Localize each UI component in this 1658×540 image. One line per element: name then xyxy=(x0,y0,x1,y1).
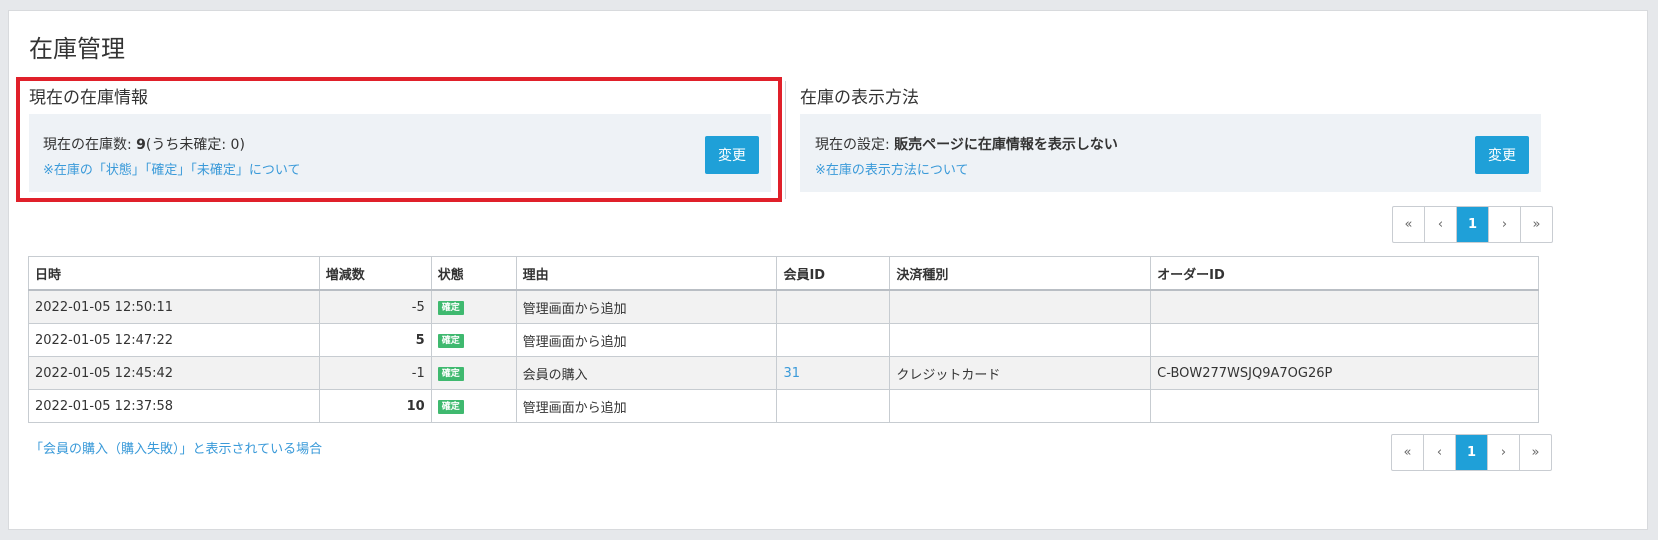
cell-member-id: 31 xyxy=(776,356,891,390)
display-method-help-link[interactable]: ※在庫の表示方法について xyxy=(815,159,969,178)
display-method-title: 在庫の表示方法 xyxy=(800,88,919,108)
member-id-link[interactable]: 31 xyxy=(783,366,800,381)
cell-change: -1 xyxy=(318,356,432,390)
header-payment[interactable]: 決済種別 xyxy=(889,256,1152,291)
pagination-top: « ‹ 1 › » xyxy=(1392,206,1553,243)
table-row: 2022-01-05 12:37:58 10 確定 管理画面から追加 xyxy=(28,389,1539,423)
cell-status: 確定 xyxy=(430,289,517,324)
header-order-id[interactable]: オーダーID xyxy=(1150,256,1539,291)
cell-reason: 管理画面から追加 xyxy=(515,389,778,423)
cell-order-id xyxy=(1150,323,1539,357)
cell-datetime: 2022-01-05 12:37:58 xyxy=(28,389,320,423)
display-method-box: 現在の設定: 販売ページに在庫情報を表示しない ※在庫の表示方法について 変更 xyxy=(800,114,1541,192)
section-divider xyxy=(785,81,786,199)
cell-status: 確定 xyxy=(430,389,517,423)
page-current-button[interactable]: 1 xyxy=(1456,207,1488,242)
header-member-id[interactable]: 会員ID xyxy=(776,256,891,291)
table-row: 2022-01-05 12:45:42 -1 確定 会員の購入 31 クレジット… xyxy=(28,356,1539,390)
cell-member-id xyxy=(776,389,891,423)
cell-payment xyxy=(889,323,1152,357)
cell-change: 10 xyxy=(318,389,432,423)
stock-log-table: 日時 増減数 状態 理由 会員ID 決済種別 オーダーID 2022-01-05… xyxy=(28,256,1539,423)
page-prev-button[interactable]: ‹ xyxy=(1423,435,1455,470)
page-last-button[interactable]: » xyxy=(1520,207,1552,242)
page-first-button[interactable]: « xyxy=(1392,435,1423,470)
highlight-frame xyxy=(16,77,782,202)
display-setting-text: 現在の設定: 販売ページに在庫情報を表示しない xyxy=(815,134,1118,154)
status-badge: 確定 xyxy=(437,334,464,348)
cell-member-id xyxy=(776,289,891,324)
cell-change: 5 xyxy=(318,323,432,357)
cell-order-id xyxy=(1150,389,1539,423)
cell-order-id xyxy=(1150,289,1539,324)
display-setting-value: 販売ページに在庫情報を表示しない xyxy=(894,137,1118,153)
pagination-bottom: « ‹ 1 › » xyxy=(1391,434,1552,471)
page-next-button[interactable]: › xyxy=(1488,207,1520,242)
status-badge: 確定 xyxy=(437,301,464,315)
cell-reason: 管理画面から追加 xyxy=(515,323,778,357)
cell-payment xyxy=(889,389,1152,423)
page-next-button[interactable]: › xyxy=(1487,435,1519,470)
cell-datetime: 2022-01-05 12:50:11 xyxy=(28,289,320,324)
display-setting-label: 現在の設定: xyxy=(815,137,895,153)
cell-status: 確定 xyxy=(430,356,517,390)
page-current-button[interactable]: 1 xyxy=(1455,435,1487,470)
cell-order-id: C-BOW277WSJQ9A7OG26P xyxy=(1150,356,1539,390)
cell-reason: 管理画面から追加 xyxy=(515,289,778,324)
status-badge: 確定 xyxy=(437,400,464,414)
page-title: 在庫管理 xyxy=(29,35,125,63)
page-prev-button[interactable]: ‹ xyxy=(1424,207,1456,242)
header-reason[interactable]: 理由 xyxy=(515,256,778,291)
header-datetime[interactable]: 日時 xyxy=(28,256,320,291)
cell-datetime: 2022-01-05 12:47:22 xyxy=(28,323,320,357)
status-badge: 確定 xyxy=(437,367,464,381)
page-last-button[interactable]: » xyxy=(1519,435,1551,470)
cell-status: 確定 xyxy=(430,323,517,357)
cell-payment: クレジットカード xyxy=(889,356,1152,390)
page-first-button[interactable]: « xyxy=(1393,207,1424,242)
purchase-failure-help-link[interactable]: 「会員の購入（購入失敗）」と表示されている場合 xyxy=(30,438,322,457)
cell-payment xyxy=(889,289,1152,324)
cell-member-id xyxy=(776,323,891,357)
cell-reason: 会員の購入 xyxy=(515,356,778,390)
header-change[interactable]: 増減数 xyxy=(318,256,432,291)
table-row: 2022-01-05 12:50:11 -5 確定 管理画面から追加 xyxy=(28,289,1539,324)
cell-change: -5 xyxy=(318,289,432,324)
table-header-row: 日時 増減数 状態 理由 会員ID 決済種別 オーダーID xyxy=(28,256,1539,291)
header-status[interactable]: 状態 xyxy=(430,256,517,291)
table-row: 2022-01-05 12:47:22 5 確定 管理画面から追加 xyxy=(28,323,1539,357)
display-change-button[interactable]: 変更 xyxy=(1475,136,1529,174)
cell-datetime: 2022-01-05 12:45:42 xyxy=(28,356,320,390)
